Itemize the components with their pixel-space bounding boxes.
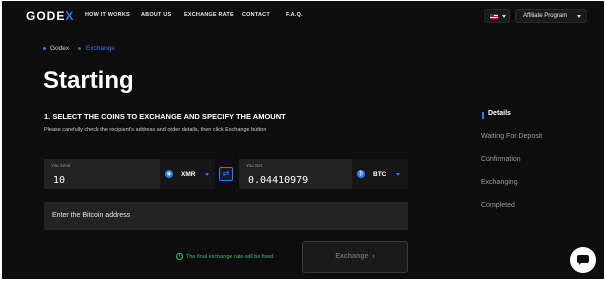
header: GODEX HOW IT WORKS ABOUT US EXCHANGE RAT… <box>2 1 604 31</box>
breadcrumb-home[interactable]: Godex <box>50 45 69 52</box>
send-amount-input[interactable]: 10 <box>53 175 65 186</box>
nav-faq[interactable]: F.A.Q. <box>286 12 303 18</box>
send-coin-selector[interactable]: ◉ XMR <box>160 159 215 189</box>
breadcrumb-dot-icon <box>43 47 46 50</box>
chat-button[interactable] <box>570 247 596 273</box>
nav-how-it-works[interactable]: HOW IT WORKS <box>85 12 130 18</box>
affiliate-program-button[interactable]: Affiliate Program <box>515 9 587 23</box>
page-title: Starting <box>43 67 134 94</box>
step-description: Please carefully check the recipient's a… <box>44 127 267 133</box>
address-input[interactable]: Enter the Bitcoin address <box>44 202 408 230</box>
chevron-down-icon <box>396 173 400 176</box>
step-confirmation: Confirmation <box>481 156 521 163</box>
send-amount-field[interactable]: You Send 10 <box>44 159 160 189</box>
fixed-rate-text: The final exchange rate will be fixed <box>186 253 274 260</box>
get-coin-name: BTC <box>373 171 387 178</box>
swap-icon: ⇄ <box>222 169 230 178</box>
chat-icon <box>577 255 589 265</box>
nav-exchange-rate[interactable]: EXCHANGE RATE <box>184 12 234 18</box>
address-placeholder: Enter the Bitcoin address <box>52 212 131 219</box>
step-exchanging: Exchanging <box>481 179 518 186</box>
swap-button[interactable]: ⇄ <box>219 167 233 181</box>
nav-about-us[interactable]: ABOUT US <box>141 12 171 18</box>
step-completed: Completed <box>481 202 515 209</box>
breadcrumb-current: Exchange <box>86 45 115 52</box>
send-coin-name: XMR <box>181 171 196 178</box>
get-label: You Get <box>246 163 263 168</box>
get-amount-field: You Get 0.04410979 <box>239 159 352 189</box>
us-flag-icon <box>490 14 498 19</box>
logo[interactable]: GODEX <box>26 9 74 23</box>
info-icon: i <box>176 253 183 260</box>
fixed-rate-note: i The final exchange rate will be fixed <box>176 253 273 260</box>
chevron-down-icon <box>502 15 506 18</box>
chevron-down-icon <box>205 173 209 176</box>
step-waiting-for-deposit: Waiting For Deposit <box>481 133 543 140</box>
step-heading: 1. SELECT THE COINS TO EXCHANGE AND SPEC… <box>44 112 286 121</box>
chevron-down-icon <box>577 15 581 18</box>
send-label: You Send <box>51 163 71 168</box>
language-selector[interactable] <box>484 9 510 23</box>
affiliate-label: Affiliate Program <box>523 13 568 19</box>
bitcoin-icon: ₿ <box>357 170 365 178</box>
get-coin-selector[interactable]: ₿ BTC <box>352 159 408 189</box>
exchange-button-label: Exchange <box>335 253 369 260</box>
step-details: Details <box>488 110 511 117</box>
app-frame: GODEX HOW IT WORKS ABOUT US EXCHANGE RAT… <box>2 1 604 279</box>
monero-icon: ◉ <box>165 170 173 178</box>
breadcrumb-separator <box>78 47 81 50</box>
nav-contact[interactable]: CONTACT <box>242 12 270 18</box>
get-amount-value: 0.04410979 <box>248 175 309 186</box>
exchange-button[interactable]: Exchange › <box>302 241 408 273</box>
active-step-indicator <box>482 112 484 119</box>
chevron-right-icon: › <box>372 253 375 260</box>
